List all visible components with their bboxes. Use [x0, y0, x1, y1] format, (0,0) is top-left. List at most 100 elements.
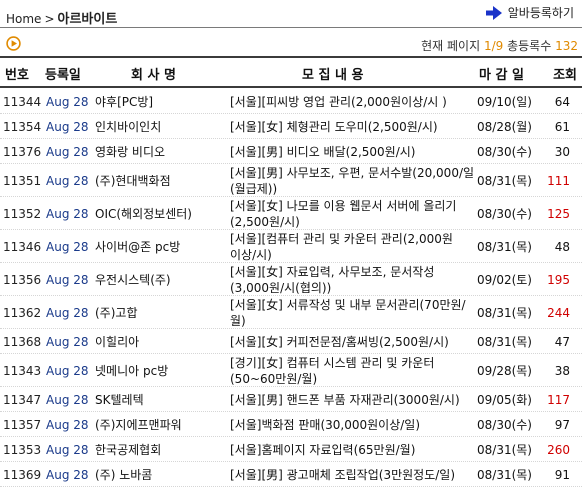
row-number: 11369: [3, 468, 42, 482]
row-number: 11353: [3, 443, 42, 457]
col-date-header: 등록일: [45, 68, 81, 83]
row-description[interactable]: [서울][男] 비디오 배달(2,500원/시): [230, 144, 475, 160]
row-description[interactable]: [서울][男] 광고매체 조립작업(3만원정도/일): [230, 467, 475, 483]
row-views: 61: [554, 120, 570, 134]
row-number: 11343: [3, 364, 42, 378]
table-row[interactable]: 11356 Aug 28 우전시스텍(주) [서울][女] 자료입력, 사무보조, 문…: [0, 263, 582, 296]
breadcrumb: Home > 아르바이트: [6, 8, 117, 27]
row-views: 244: [547, 306, 570, 320]
breadcrumb-home[interactable]: Home: [6, 12, 41, 26]
row-deadline: 08/31(목): [477, 240, 532, 254]
row-number: 11357: [3, 418, 42, 432]
row-deadline: 09/05(화): [477, 393, 532, 407]
row-company[interactable]: 인치바이인치: [95, 119, 225, 135]
row-company[interactable]: 넷메니아 pc방: [95, 363, 225, 379]
row-description[interactable]: [경기][女] 컴퓨터 시스템 관리 및 카운터(50~60만원/월): [230, 355, 475, 387]
col-views-header: 조회: [553, 68, 577, 83]
row-views: 260: [547, 443, 570, 457]
register-label: 알바등록하기: [507, 6, 574, 20]
row-date: Aug 28: [46, 207, 89, 221]
row-number: 11346: [3, 240, 42, 254]
row-description[interactable]: [서울][女] 커피전문점/홈써빙(2,500원/시): [230, 334, 475, 350]
row-views: 91: [554, 468, 570, 482]
row-number: 11352: [3, 207, 42, 221]
row-date: Aug 28: [46, 468, 89, 482]
row-company[interactable]: SK텔레텍: [95, 392, 225, 408]
row-deadline: 08/30(수): [477, 207, 532, 221]
row-description[interactable]: [서울][피씨방 영업 관리(2,000원이상/시 ): [230, 94, 475, 110]
table-row[interactable]: 11353 Aug 28 한국공제협회 [서울]홈페이지 자료입력(65만원/월) 08…: [0, 437, 582, 462]
row-date: Aug 28: [46, 145, 89, 159]
col-deadline-header: 마 감 일: [479, 68, 524, 83]
table-row[interactable]: 11343 Aug 28 넷메니아 pc방 [경기][女] 컴퓨터 시스템 관리 및 …: [0, 354, 582, 387]
col-no-header: 번호: [5, 68, 29, 83]
row-company[interactable]: OIC(해외정보센터): [95, 206, 225, 222]
table-row[interactable]: 11347 Aug 28 SK텔레텍 [서울][男] 핸드폰 부품 자재관리(3000…: [0, 387, 582, 412]
table-row[interactable]: 11352 Aug 28 OIC(해외정보센터) [서울][女] 나모를 이용 웹문서…: [0, 197, 582, 230]
table-row[interactable]: 11368 Aug 28 이힐리아 [서울][女] 커피전문점/홈써빙(2,500원/…: [0, 329, 582, 354]
row-date: Aug 28: [46, 95, 89, 109]
row-deadline: 08/31(목): [477, 468, 532, 482]
row-description[interactable]: [서울][男] 사무보조, 우편, 문서수발(20,000/일(월급제)): [230, 165, 475, 197]
table-row[interactable]: 11344 Aug 28 야후[PC방] [서울][피씨방 영업 관리(2,000원이…: [0, 89, 582, 114]
row-description[interactable]: [서울][男] 핸드폰 부품 자재관리(3000원/시): [230, 392, 475, 408]
table-row[interactable]: 11376 Aug 28 영화랑 비디오 [서울][男] 비디오 배달(2,500원/…: [0, 139, 582, 164]
row-number: 11347: [3, 393, 42, 407]
row-description[interactable]: [서울][女] 자료입력, 사무보조, 문서작성(3,000원/시(협의)): [230, 264, 475, 296]
row-views: 195: [547, 273, 570, 287]
row-description[interactable]: [서울][女] 나모를 이용 웹문서 서버에 올리기(2,500원/시): [230, 198, 475, 230]
row-date: Aug 28: [46, 443, 89, 457]
row-date: Aug 28: [46, 393, 89, 407]
table-row[interactable]: 11354 Aug 28 인치바이인치 [서울][女] 체형관리 도우미(2,500원…: [0, 114, 582, 139]
row-number: 11376: [3, 145, 42, 159]
row-description[interactable]: [서울]홈페이지 자료입력(65만원/월): [230, 442, 475, 458]
row-company[interactable]: 사이버@존 pc방: [95, 239, 225, 255]
row-company[interactable]: 영화랑 비디오: [95, 144, 225, 160]
row-date: Aug 28: [46, 120, 89, 134]
page-label: 현재 페이지: [421, 39, 481, 53]
row-deadline: 09/10(일): [477, 95, 532, 109]
table-row[interactable]: 11346 Aug 28 사이버@존 pc방 [서울][컴퓨터 관리 및 카운터 관리…: [0, 230, 582, 263]
row-number: 11351: [3, 174, 42, 188]
breadcrumb-separator: >: [44, 12, 55, 26]
row-company[interactable]: 우전시스텍(주): [95, 272, 225, 288]
table-row[interactable]: 11357 Aug 28 (주)지에프맨파워 [서울]백화점 판매(30,000원이상…: [0, 412, 582, 437]
total-count: 132: [555, 39, 578, 53]
row-company[interactable]: (주) 노바콤: [95, 467, 225, 483]
row-company[interactable]: (주)지에프맨파워: [95, 417, 225, 433]
row-deadline: 08/30(수): [477, 418, 532, 432]
register-link[interactable]: 알바등록하기: [485, 4, 574, 21]
row-number: 11344: [3, 95, 42, 109]
row-deadline: 08/31(목): [477, 335, 532, 349]
row-deadline: 09/02(토): [477, 273, 532, 287]
col-desc-header: 모 집 내 용: [302, 68, 364, 83]
table-row[interactable]: 11351 Aug 28 (주)현대백화점 [서울][男] 사무보조, 우편, 문서수…: [0, 164, 582, 197]
row-number: 11368: [3, 335, 42, 349]
row-date: Aug 28: [46, 240, 89, 254]
row-company[interactable]: 야후[PC방]: [95, 94, 225, 110]
row-deadline: 08/31(목): [477, 443, 532, 457]
row-date: Aug 28: [46, 364, 89, 378]
row-deadline: 08/30(수): [477, 145, 532, 159]
row-description[interactable]: [서울][컴퓨터 관리 및 카운터 관리(2,000원 이상/시): [230, 231, 475, 263]
table-row[interactable]: 11362 Aug 28 (주)고합 [서울][女] 서류작성 및 내부 문서관리(7…: [0, 296, 582, 329]
page-number: 1/9: [483, 39, 504, 53]
row-company[interactable]: 한국공제협회: [95, 442, 225, 458]
row-company[interactable]: 이힐리아: [95, 334, 225, 350]
row-company[interactable]: (주)고합: [95, 305, 225, 321]
row-date: Aug 28: [46, 418, 89, 432]
table-row[interactable]: 11369 Aug 28 (주) 노바콤 [서울][男] 광고매체 조립작업(3만원정…: [0, 462, 582, 487]
breadcrumb-current: 아르바이트: [57, 12, 118, 27]
row-description[interactable]: [서울][女] 체형관리 도우미(2,500원/시): [230, 119, 475, 135]
top-divider: [0, 27, 582, 28]
row-description[interactable]: [서울]백화점 판매(30,000원이상/일): [230, 417, 475, 433]
row-description[interactable]: [서울][女] 서류작성 및 내부 문서관리(70만원/월): [230, 297, 475, 329]
total-label: 총등록수: [507, 39, 552, 53]
header-top-border: [0, 56, 582, 58]
row-company[interactable]: (주)현대백화점: [95, 173, 225, 189]
row-views: 97: [554, 418, 570, 432]
row-views: 125: [547, 207, 570, 221]
play-icon[interactable]: [6, 36, 21, 51]
row-views: 30: [554, 145, 570, 159]
row-deadline: 09/28(목): [477, 364, 532, 378]
